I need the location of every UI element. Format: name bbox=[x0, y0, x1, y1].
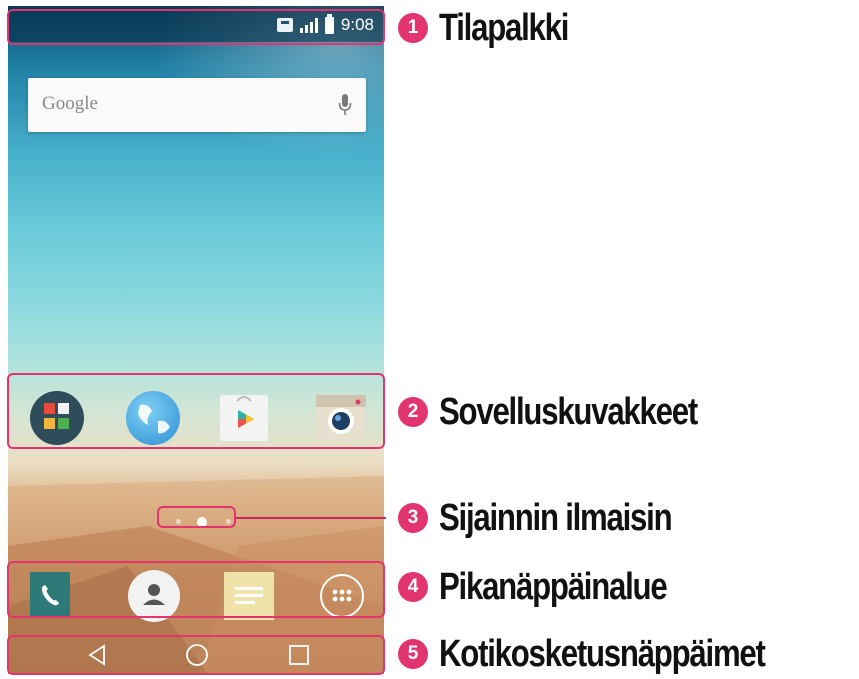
callout-badge-3: 3 bbox=[398, 503, 428, 533]
callout-badge-1: 1 bbox=[398, 13, 428, 43]
callout-badge-2: 2 bbox=[398, 397, 428, 427]
callout-label-navigation-keys: Kotikosketusnäppäimet bbox=[439, 633, 766, 675]
mic-icon[interactable] bbox=[338, 93, 352, 117]
callout-box-quick-keys bbox=[7, 561, 385, 618]
callout-label-page-indicator: Sijainnin ilmaisin bbox=[439, 497, 673, 539]
callout-badge-5: 5 bbox=[398, 639, 428, 669]
callout-leader bbox=[236, 517, 386, 519]
search-label: Google bbox=[42, 93, 98, 114]
callout-label-app-icons: Sovelluskuvakkeet bbox=[439, 391, 698, 433]
callout-box-status-bar bbox=[7, 9, 385, 45]
callout-box-navigation-keys bbox=[7, 635, 385, 675]
callout-box-page-indicator bbox=[157, 506, 236, 528]
google-search-widget[interactable]: Google bbox=[28, 78, 366, 132]
callout-box-app-icons bbox=[7, 373, 385, 449]
callout-label-status-bar: Tilapalkki bbox=[439, 7, 569, 49]
callout-badge-4: 4 bbox=[398, 572, 428, 602]
callout-label-quick-keys: Pikanäppäinalue bbox=[439, 566, 668, 608]
